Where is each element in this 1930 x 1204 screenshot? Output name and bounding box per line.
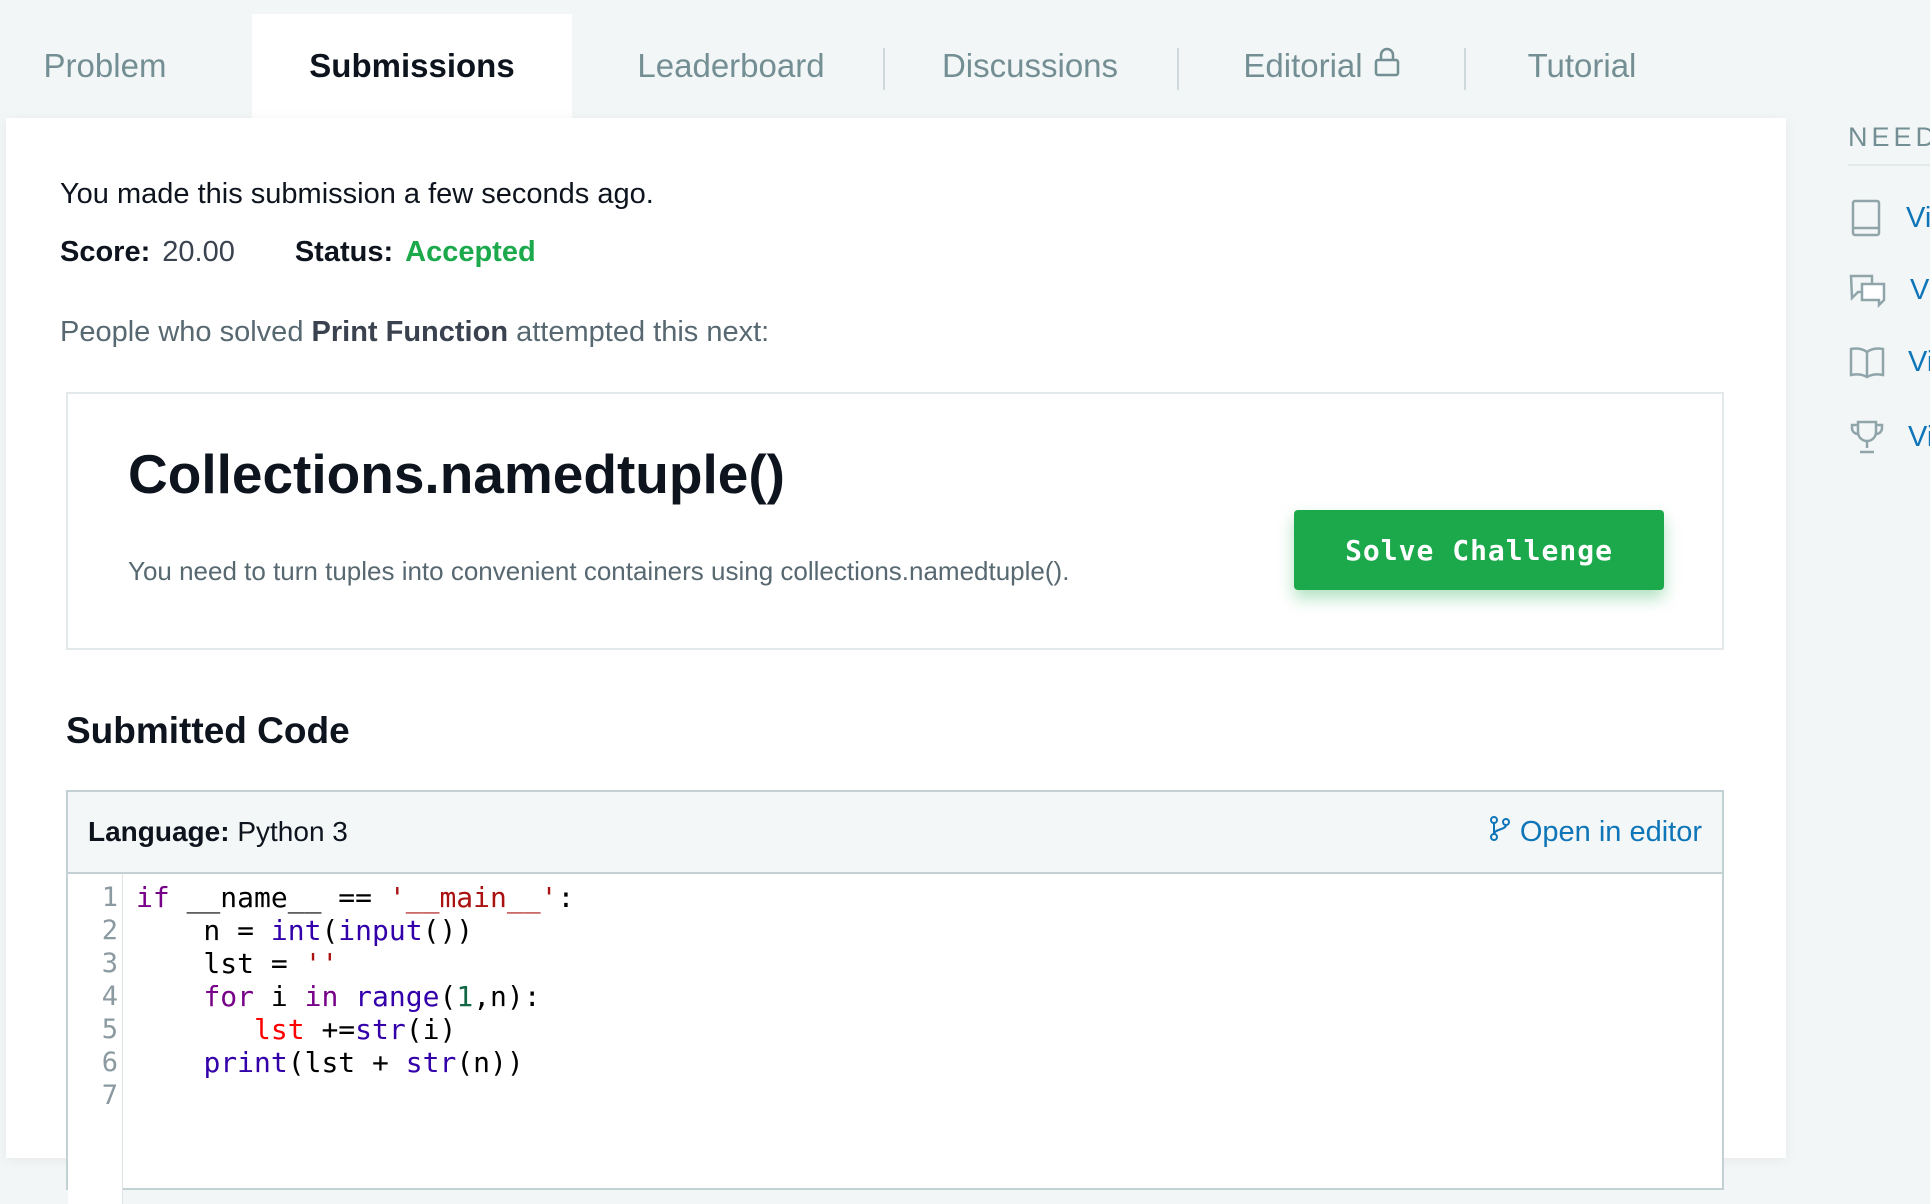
branch-icon (1488, 814, 1512, 850)
language-value: Python 3 (237, 816, 348, 847)
next-challenge-card: Collections.namedtuple() You need to tur… (66, 392, 1724, 650)
lock-icon (1373, 47, 1401, 85)
language-label: Language: (88, 816, 230, 847)
next-challenge-title[interactable]: Collections.namedtuple() (128, 442, 785, 506)
solve-challenge-button[interactable]: Solve Challenge (1294, 510, 1664, 590)
next-challenge-description: You need to turn tuples into convenient … (128, 556, 1070, 586)
tab-editorial-label: Editorial (1243, 47, 1363, 84)
score-status-line: Score: 20.00 Status: Accepted (60, 236, 536, 269)
line-number: 7 (101, 1080, 118, 1111)
language-indicator: Language: Python 3 (88, 816, 348, 848)
code-header: Language: Python 3 Open in editor (68, 792, 1722, 874)
next-suggestion-text: People who solved Print Function attempt… (60, 316, 769, 349)
chat-icon (1848, 272, 1888, 308)
tab-divider (1464, 48, 1466, 90)
people-suffix: attempted this next: (516, 316, 770, 348)
sidebar-item-label: Vi (1906, 201, 1930, 234)
sidebar-item-discussion[interactable]: Vi (1848, 272, 1930, 308)
submission-time-text: You made this submission a few seconds a… (60, 178, 654, 210)
submitted-code-heading: Submitted Code (66, 710, 350, 751)
tab-editorial[interactable]: Editorial (1232, 14, 1412, 118)
tab-tutorial[interactable]: Tutorial (1516, 14, 1648, 118)
sidebar-item-open-book[interactable]: Vi (1848, 344, 1930, 380)
status-value: Accepted (405, 236, 536, 268)
book-icon (1848, 198, 1884, 238)
sidebar-item-label: Vi (1910, 273, 1930, 306)
tab-divider (1177, 48, 1179, 90)
tab-bar: Problem Submissions Leaderboard Discussi… (0, 14, 1786, 118)
open-in-editor-label: Open in editor (1519, 815, 1702, 848)
sidebar-item-trophy[interactable]: Vi (1848, 418, 1930, 456)
code-panel: Language: Python 3 Open in editor 1 if __… (66, 790, 1724, 1204)
sidebar-item-label: Vi (1908, 345, 1930, 378)
tab-leaderboard[interactable]: Leaderboard (620, 14, 842, 118)
open-in-editor-link[interactable]: Open in editor (1488, 814, 1702, 850)
trophy-icon (1848, 418, 1886, 456)
tab-submissions[interactable]: Submissions (252, 14, 572, 118)
open-book-icon (1848, 344, 1886, 380)
sidebar-divider (1848, 164, 1930, 166)
score-label: Score: (60, 236, 151, 268)
tab-discussions[interactable]: Discussions (934, 14, 1126, 118)
sidebar-item-book[interactable]: Vi (1848, 198, 1930, 238)
solved-problem-name: Print Function (311, 316, 509, 348)
people-prefix: People who solved (60, 316, 304, 348)
status-label: Status: (294, 236, 394, 268)
score-value: 20.00 (162, 236, 235, 268)
tab-divider (883, 48, 885, 90)
tab-problem[interactable]: Problem (30, 14, 180, 118)
sidebar-item-label: Vi (1908, 420, 1930, 453)
sidebar-title: NEED (1848, 122, 1930, 152)
